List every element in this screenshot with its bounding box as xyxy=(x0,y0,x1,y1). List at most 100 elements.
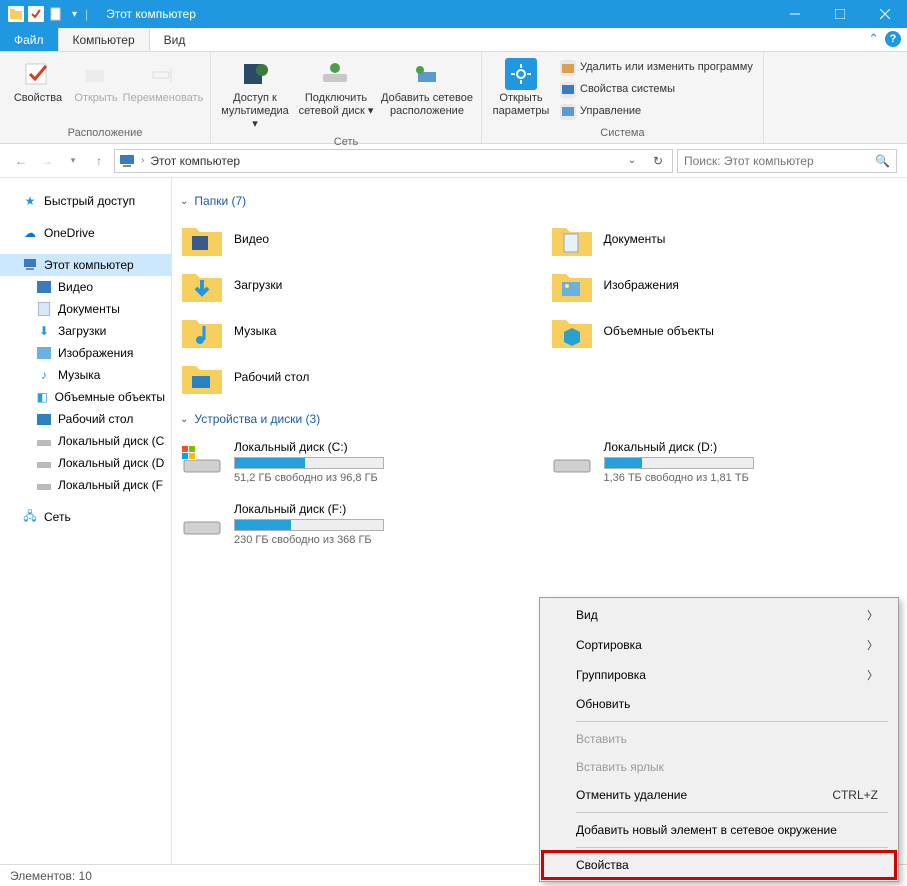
ribbon-collapse-icon[interactable]: ⌃ xyxy=(868,31,879,47)
ribbon-open-settings-button[interactable]: Открыть параметры xyxy=(488,56,554,120)
drive-d[interactable]: Локальный диск (D:) 1,36 ТБ свободно из … xyxy=(550,436,900,488)
ribbon-open-button: Открыть xyxy=(72,56,120,107)
sidebar-item-disk-d[interactable]: Локальный диск (D xyxy=(0,452,171,474)
drive-icon xyxy=(552,440,592,474)
address-bar[interactable]: › Этот компьютер ⌄ ↻ xyxy=(114,149,673,173)
folder-pictures[interactable]: Изображения xyxy=(550,264,900,306)
sidebar-item-onedrive[interactable]: ☁OneDrive xyxy=(0,222,171,244)
ribbon-properties-button[interactable]: Свойства xyxy=(6,56,70,107)
nav-recent-button[interactable]: ▾ xyxy=(62,150,84,172)
video-icon xyxy=(36,279,52,295)
folder-video[interactable]: Видео xyxy=(180,218,530,260)
ribbon-add-network-location-button[interactable]: Добавить сетевое расположение xyxy=(379,56,475,120)
ribbon-uninstall-button[interactable]: Удалить или изменить программу xyxy=(556,58,757,78)
sidebar-item-desktop[interactable]: Рабочий стол xyxy=(0,408,171,430)
folder-icon xyxy=(552,314,592,348)
pictures-icon xyxy=(36,345,52,361)
desktop-icon xyxy=(36,411,52,427)
separator xyxy=(576,847,888,848)
folder-icon xyxy=(552,222,592,256)
sidebar-item-video[interactable]: Видео xyxy=(0,276,171,298)
maximize-button[interactable] xyxy=(817,0,862,28)
nav-back-button[interactable]: ← xyxy=(10,150,32,172)
ribbon-media-button[interactable]: Доступ к мультимедиа ▾ xyxy=(217,56,293,134)
ribbon-map-drive-button[interactable]: Подключить сетевой диск ▾ xyxy=(295,56,377,120)
help-icon[interactable]: ? xyxy=(885,31,901,47)
window-title: Этот компьютер xyxy=(96,7,772,21)
folder-icon[interactable] xyxy=(8,6,24,22)
search-icon[interactable]: 🔍 xyxy=(875,154,890,168)
sidebar-item-documents[interactable]: Документы xyxy=(0,298,171,320)
qat-dropdown-icon[interactable]: ▾ xyxy=(68,9,81,20)
refresh-icon[interactable]: ↻ xyxy=(648,154,668,168)
drive-icon xyxy=(36,455,52,471)
folders-grid: Видео Документы Загрузки Изображения Муз… xyxy=(180,218,899,398)
chevron-right-icon: 〉 xyxy=(867,667,878,683)
sidebar-item-music[interactable]: ♪Музыка xyxy=(0,364,171,386)
ribbon-manage-button[interactable]: Управление xyxy=(556,102,757,122)
ctx-item-undo[interactable]: Отменить удалениеCTRL+Z xyxy=(542,781,896,809)
drive-c[interactable]: Локальный диск (C:) 51,2 ГБ свободно из … xyxy=(180,436,530,488)
downloads-icon: ⬇ xyxy=(36,323,52,339)
ctx-item-properties[interactable]: Свойства xyxy=(542,851,896,879)
music-icon: ♪ xyxy=(36,367,52,383)
sidebar-item-3d-objects[interactable]: ◧Объемные объекты xyxy=(0,386,171,408)
ctx-item-sort[interactable]: Сортировка〉 xyxy=(542,630,896,660)
ribbon-group-system: Система xyxy=(482,125,763,143)
ctx-item-add-network-element[interactable]: Добавить новый элемент в сетевое окружен… xyxy=(542,816,896,844)
ribbon-rename-button: Переименовать xyxy=(122,56,204,107)
folder-documents[interactable]: Документы xyxy=(550,218,900,260)
window-controls xyxy=(772,0,907,28)
section-folders-header[interactable]: ⌄Папки (7) xyxy=(180,194,899,208)
nav-forward-button[interactable]: → xyxy=(36,150,58,172)
folder-icon xyxy=(182,360,222,394)
ribbon: Свойства Открыть Переименовать Расположе… xyxy=(0,52,907,144)
sidebar-item-disk-f[interactable]: Локальный диск (F xyxy=(0,474,171,496)
computer-icon xyxy=(22,257,38,273)
folder-3d-objects[interactable]: Объемные объекты xyxy=(550,310,900,352)
cloud-icon: ☁ xyxy=(22,225,38,241)
drives-grid: Локальный диск (C:) 51,2 ГБ свободно из … xyxy=(180,436,899,550)
minimize-button[interactable] xyxy=(772,0,817,28)
folder-icon xyxy=(182,268,222,302)
properties-icon[interactable] xyxy=(28,6,44,22)
navigation-pane: ★Быстрый доступ ☁OneDrive Этот компьютер… xyxy=(0,178,172,864)
close-button[interactable] xyxy=(862,0,907,28)
folder-music[interactable]: Музыка xyxy=(180,310,530,352)
network-icon: 🖧 xyxy=(22,509,38,525)
folder-downloads[interactable]: Загрузки xyxy=(180,264,530,306)
drive-usage-bar xyxy=(234,457,384,469)
ribbon-system-properties-button[interactable]: Свойства системы xyxy=(556,80,757,100)
sidebar-item-disk-c[interactable]: Локальный диск (C xyxy=(0,430,171,452)
tab-view[interactable]: Вид xyxy=(150,28,200,51)
ctx-item-paste-shortcut: Вставить ярлык xyxy=(542,753,896,781)
sidebar-item-this-pc[interactable]: Этот компьютер xyxy=(0,254,171,276)
drive-f[interactable]: Локальный диск (F:) 230 ГБ свободно из 3… xyxy=(180,498,530,550)
folder-desktop[interactable]: Рабочий стол xyxy=(180,356,530,398)
ribbon-tabs: Файл Компьютер Вид ⌃ ? xyxy=(0,28,907,52)
drive-icon xyxy=(36,477,52,493)
new-item-icon[interactable] xyxy=(48,6,64,22)
drive-icon xyxy=(182,440,222,474)
drive-icon xyxy=(36,433,52,449)
quick-access-toolbar: ▾ | xyxy=(0,6,96,22)
sidebar-item-downloads[interactable]: ⬇Загрузки xyxy=(0,320,171,342)
sidebar-item-pictures[interactable]: Изображения xyxy=(0,342,171,364)
search-input[interactable] xyxy=(684,154,869,168)
ctx-item-view[interactable]: Вид〉 xyxy=(542,600,896,630)
search-box[interactable]: 🔍 xyxy=(677,149,897,173)
titlebar: ▾ | Этот компьютер xyxy=(0,0,907,28)
sidebar-item-quick-access[interactable]: ★Быстрый доступ xyxy=(0,190,171,212)
chevron-down-icon: ⌄ xyxy=(180,196,188,207)
tab-file[interactable]: Файл xyxy=(0,28,58,51)
breadcrumb[interactable]: Этот компьютер xyxy=(150,154,240,168)
sidebar-item-network[interactable]: 🖧Сеть xyxy=(0,506,171,528)
address-bar-row: ← → ▾ ↑ › Этот компьютер ⌄ ↻ 🔍 xyxy=(0,144,907,178)
address-dropdown-icon[interactable]: ⌄ xyxy=(622,155,642,166)
nav-up-button[interactable]: ↑ xyxy=(88,150,110,172)
section-drives-header[interactable]: ⌄Устройства и диски (3) xyxy=(180,412,899,426)
ctx-item-group[interactable]: Группировка〉 xyxy=(542,660,896,690)
ctx-item-refresh[interactable]: Обновить xyxy=(542,690,896,718)
tab-computer[interactable]: Компьютер xyxy=(58,28,150,51)
ctx-item-paste: Вставить xyxy=(542,725,896,753)
